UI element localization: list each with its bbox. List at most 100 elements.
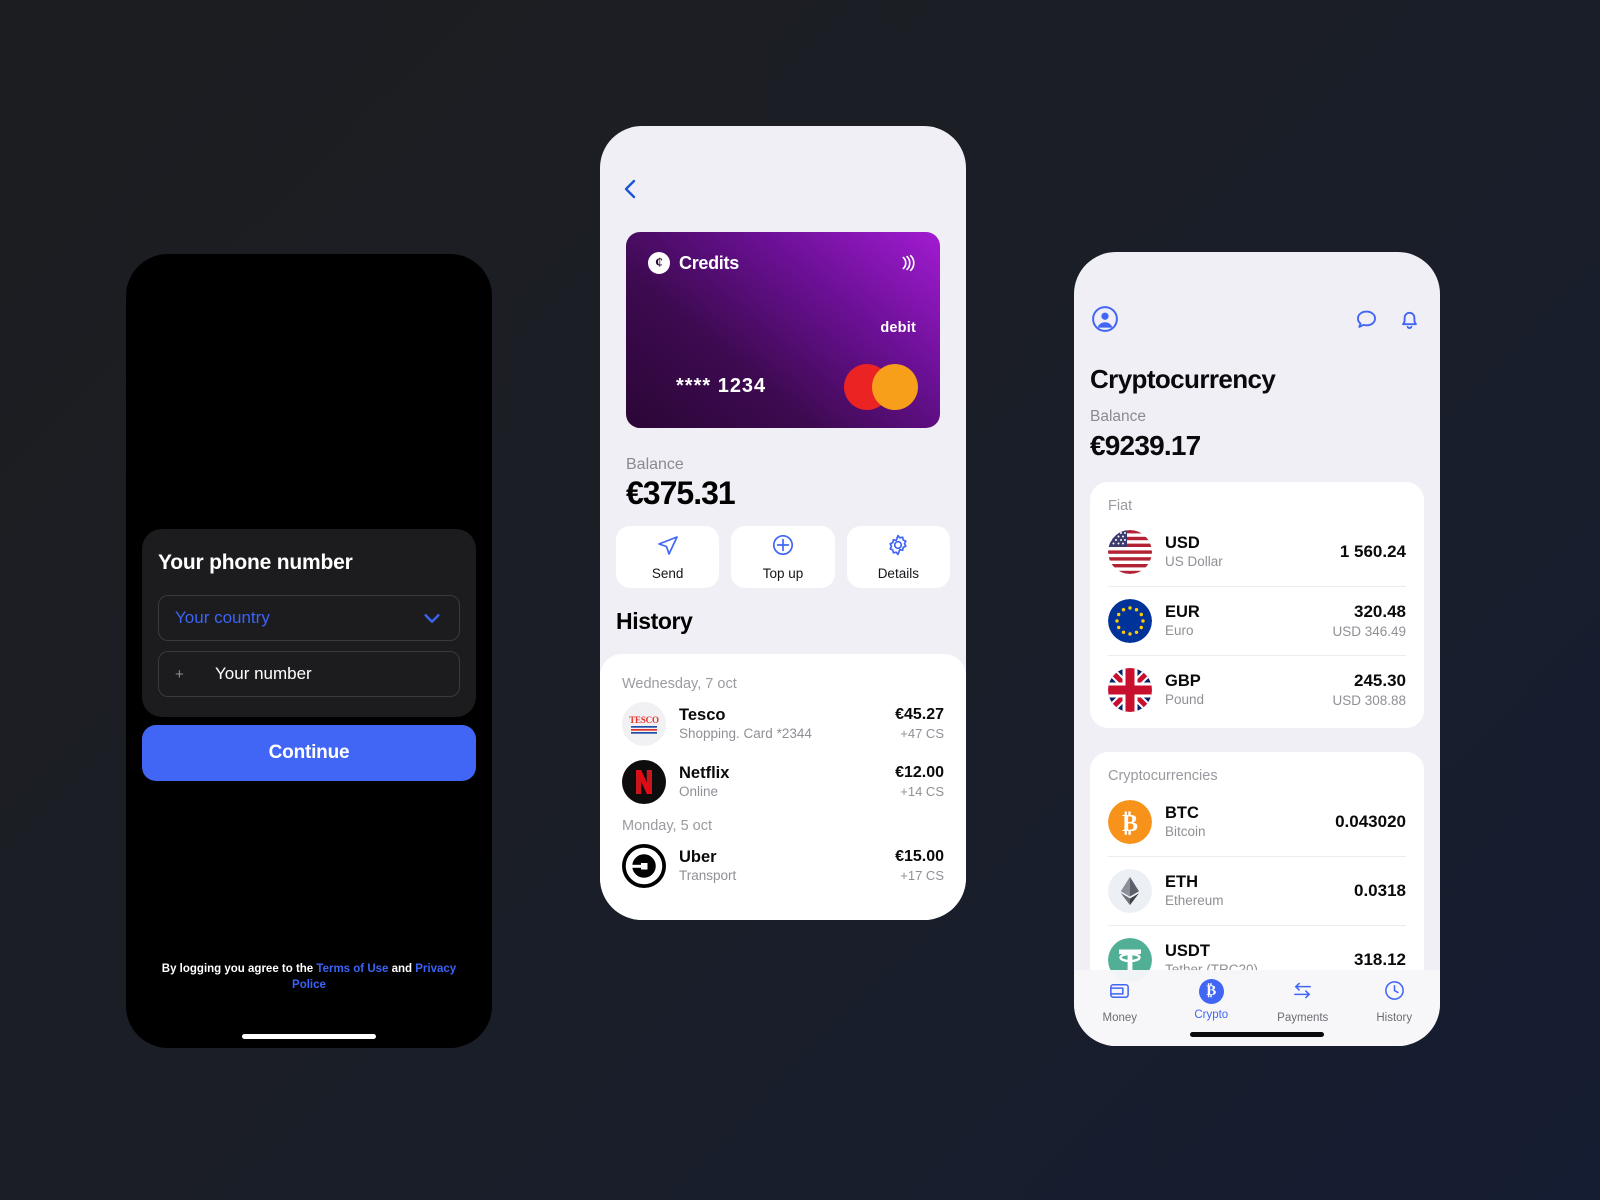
send-button[interactable]: Send [616,526,720,588]
user-circle-icon[interactable] [1090,304,1120,334]
back-button[interactable] [614,174,648,208]
transfer-arrows-icon [1291,979,1314,1007]
chat-bubble-icon[interactable] [1351,304,1381,334]
card-number: **** 1234 [676,375,767,397]
bell-icon[interactable] [1394,304,1424,334]
balance-label: Balance [1090,408,1147,425]
phone-onboarding: Your phone number Your country + Your nu… [126,254,492,1048]
country-code-prefix: + [175,665,184,683]
currency-amount: 0.0318 [1354,881,1406,901]
currency-values: 320.48 USD 346.49 [1332,601,1406,640]
currency-name: US Dollar [1165,554,1223,570]
terms-of-use-link[interactable]: Terms of Use [316,963,388,975]
transaction-name: Netflix [679,763,730,782]
fiat-section-label: Fiat [1108,498,1133,514]
fiat-panel: Fiat USD US Dollar 1 560.24 EUR Euro 320… [1090,482,1424,728]
phone-number-form: Your phone number Your country + Your nu… [142,529,476,717]
legal-prefix: By logging you agree to the [161,963,317,975]
uber-logo-icon [622,844,666,888]
topup-button[interactable]: Top up [731,526,835,588]
table-row[interactable]: Netflix Online €12.00 +14 CS [622,760,944,804]
transaction-cashback: +47 CS [900,726,944,742]
country-select[interactable]: Your country [158,595,460,641]
ethereum-icon [1108,869,1152,913]
currency-info: BTC Bitcoin [1165,803,1335,842]
currency-amount: 245.30 [1354,671,1406,691]
balance-value: €375.31 [626,475,736,511]
table-row[interactable]: TESCO Tesco Shopping. Card *2344 €45.27 … [622,702,944,746]
send-label: Send [651,566,684,581]
card-actions: Send Top up Details [616,526,950,588]
tesco-logo-icon: TESCO [622,702,666,746]
history-date-group: Wednesday, 7 oct [622,676,737,692]
currency-name: Bitcoin [1165,824,1206,840]
credits-logo-icon: ¢ [648,252,670,274]
transaction-subtitle: Transport [679,868,737,884]
flag-us-icon [1108,530,1152,574]
contactless-icon [896,252,918,279]
currency-values: 245.30 USD 308.88 [1332,670,1406,709]
legal-conjunction: and [388,963,416,975]
list-item[interactable]: USD US Dollar 1 560.24 [1108,518,1406,587]
currency-values: 0.0318 [1354,880,1406,901]
home-indicator [242,1034,376,1039]
currency-amount: 320.48 [1354,602,1406,622]
list-item[interactable]: ETH Ethereum 0.0318 [1108,857,1406,926]
currency-info: ETH Ethereum [1165,872,1354,911]
transaction-name: Uber [679,847,717,866]
phone-number-placeholder: Your number [215,664,312,683]
phone-cryptocurrency: Cryptocurrency Balance €9239.17 Fiat USD… [1074,252,1440,1046]
transaction-amounts: €15.00 +17 CS [895,847,944,885]
card-type: debit [880,320,916,336]
legal-disclaimer: By logging you agree to the Terms of Use… [156,962,462,993]
table-row[interactable]: Uber Transport €15.00 +17 CS [622,844,944,888]
country-select-placeholder: Your country [175,608,270,627]
credit-card[interactable]: ¢ Credits debit **** 1234 [626,232,940,428]
currency-name: Euro [1165,623,1194,639]
phone-number-input[interactable]: + Your number [158,651,460,697]
transaction-amounts: €12.00 +14 CS [895,763,944,801]
list-item[interactable]: GBP Pound 245.30 USD 308.88 [1108,656,1406,724]
tab-history-label: History [1376,1012,1413,1024]
plus-circle-icon [771,533,795,562]
netflix-logo-icon [622,760,666,804]
currency-info: USD US Dollar [1165,533,1340,572]
form-title: Your phone number [158,551,353,574]
currency-info: EUR Euro [1165,602,1332,641]
currency-code: GBP [1165,671,1201,690]
transaction-info: Tesco Shopping. Card *2344 [679,705,895,744]
tab-history[interactable]: History [1349,979,1441,1046]
chevron-down-icon [421,607,443,629]
history-date-group: Monday, 5 oct [622,818,713,834]
details-button[interactable]: Details [846,526,950,588]
currency-code: BTC [1165,803,1199,822]
svg-text:TESCO: TESCO [629,715,659,725]
card-brand: ¢ Credits [648,252,739,274]
currency-amount: 318.12 [1354,950,1406,970]
transaction-info: Uber Transport [679,847,895,886]
flag-eu-icon [1108,599,1152,643]
history-title: History [616,608,693,634]
transaction-amount: €15.00 [895,848,944,866]
balance-value: €9239.17 [1090,430,1201,461]
bitcoin-icon: ₿ [1108,800,1152,844]
crypto-panel: Cryptocurrencies ₿ BTC Bitcoin 0.043020 [1090,752,1424,992]
chevron-left-icon [619,177,643,206]
tab-crypto-label: Crypto [1194,1009,1229,1021]
currency-code: USD [1165,533,1200,552]
bitcoin-badge-icon: ₿ [1198,979,1224,1004]
tab-money[interactable]: Money [1074,979,1166,1046]
transaction-cashback: +14 CS [900,784,944,800]
list-item[interactable]: EUR Euro 320.48 USD 346.49 [1108,587,1406,656]
currency-values: 0.043020 [1335,811,1406,832]
currency-amount: 0.043020 [1335,812,1406,832]
list-item[interactable]: ₿ BTC Bitcoin 0.043020 [1108,788,1406,857]
history-list: Wednesday, 7 oct TESCO Tesco Shopping. C… [600,654,966,920]
currency-values: 318.12 [1354,949,1406,970]
currency-info: GBP Pound [1165,671,1332,710]
continue-button[interactable]: Continue [142,725,476,781]
send-icon [656,533,680,562]
card-brand-name: Credits [679,252,739,273]
currency-code: EUR [1165,602,1200,621]
wallet-icon [1108,979,1131,1007]
